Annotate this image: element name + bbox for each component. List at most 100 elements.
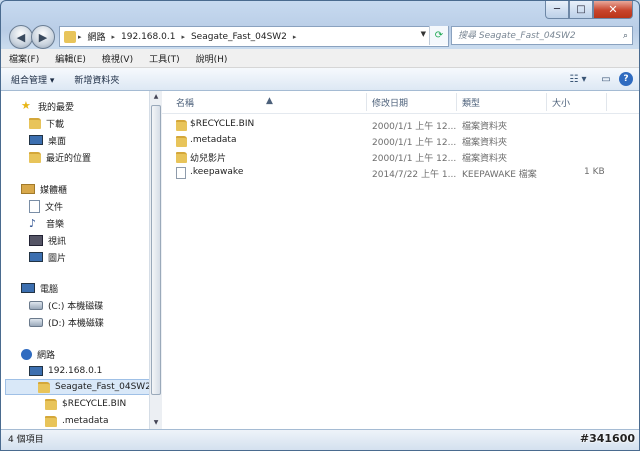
sidebar-item-drive-c[interactable]: (C:) 本機磁碟 bbox=[29, 297, 149, 313]
sidebar-item-label: 視訊 bbox=[48, 236, 67, 247]
sidebar-item-label: $RECYCLE.BIN bbox=[62, 399, 127, 409]
column-divider[interactable] bbox=[546, 93, 547, 111]
documents-icon bbox=[29, 199, 40, 213]
address-bar[interactable]: ▸ 網路 ▸ 192.168.0.1 ▸ Seagate_Fast_04SW2 … bbox=[59, 26, 449, 47]
file-size: 1 KB bbox=[584, 167, 605, 177]
navigation-pane: ★ 我的最愛 下載 桌面 最近的位置 媒體櫃 文件 ♪ 音樂 視訊 圖片 電腦 … bbox=[1, 91, 150, 429]
file-row[interactable]: .metadata 2000/1/1 上午 12... 檔案資料夾 bbox=[172, 133, 612, 148]
sidebar-item-downloads[interactable]: 下載 bbox=[29, 115, 149, 131]
scroll-down-icon[interactable]: ▼ bbox=[150, 417, 162, 429]
file-type: 檔案資料夾 bbox=[462, 138, 508, 148]
file-type: 檔案資料夾 bbox=[462, 154, 508, 164]
close-button[interactable]: ✕ bbox=[593, 1, 633, 19]
file-name: 幼兒影片 bbox=[190, 154, 227, 164]
breadcrumb-separator-icon: ▸ bbox=[292, 32, 297, 41]
column-header-row: ▲ 名稱 修改日期 類型 大小 bbox=[162, 91, 639, 114]
search-icon[interactable]: ⌕ bbox=[623, 27, 628, 46]
menu-help[interactable]: 說明(H) bbox=[188, 52, 236, 65]
forward-button[interactable]: ▶ bbox=[31, 25, 55, 49]
sidebar-item-host[interactable]: 192.168.0.1 bbox=[29, 363, 149, 379]
column-name[interactable]: 名稱 bbox=[176, 96, 194, 109]
sidebar-item-music[interactable]: ♪ 音樂 bbox=[29, 215, 149, 231]
computer-icon bbox=[21, 283, 35, 293]
sidebar-item-drive-d[interactable]: (D:) 本機磁碟 bbox=[29, 314, 149, 330]
scroll-up-icon[interactable]: ▲ bbox=[150, 91, 162, 103]
scroll-thumb[interactable] bbox=[151, 105, 161, 395]
maximize-button[interactable]: □ bbox=[569, 1, 593, 19]
command-bar: 組合管理 ▾ 新增資料夾 ☷ ▾ ▭ ? bbox=[1, 68, 639, 91]
breadcrumb-host[interactable]: 192.168.0.1 bbox=[117, 32, 179, 42]
downloads-folder-icon bbox=[29, 117, 41, 129]
star-icon: ★ bbox=[21, 99, 31, 112]
caption-buttons: ─ □ ✕ bbox=[545, 1, 633, 19]
sidebar-item-recent[interactable]: 最近的位置 bbox=[29, 149, 149, 165]
sidebar-favorites[interactable]: ★ 我的最愛 bbox=[21, 98, 149, 114]
sidebar-item-label: .metadata bbox=[62, 416, 109, 426]
column-divider[interactable] bbox=[456, 93, 457, 111]
sidebar-item-label: (D:) 本機磁碟 bbox=[48, 318, 104, 329]
menu-file[interactable]: 檔案(F) bbox=[1, 52, 47, 65]
sidebar-item-label: 圖片 bbox=[48, 253, 67, 264]
sidebar-item-label: 桌面 bbox=[48, 136, 67, 147]
item-count: 4 個項目 bbox=[8, 435, 44, 445]
back-button[interactable]: ◀ bbox=[9, 25, 33, 49]
breadcrumb-separator-icon: ▸ bbox=[181, 32, 185, 41]
preview-pane-icon[interactable]: ▭ bbox=[597, 71, 615, 87]
sidebar-item-share[interactable]: Seagate_Fast_04SW2 bbox=[5, 379, 150, 395]
sidebar-item-label: Seagate_Fast_04SW2 bbox=[55, 382, 150, 392]
folder-icon bbox=[176, 152, 187, 163]
file-date: 2000/1/1 上午 12... bbox=[372, 154, 457, 164]
breadcrumb-share[interactable]: Seagate_Fast_04SW2 bbox=[187, 32, 291, 42]
file-name: .keepawake bbox=[190, 167, 244, 177]
menu-edit[interactable]: 編輯(E) bbox=[47, 52, 94, 65]
menu-tools[interactable]: 工具(T) bbox=[141, 52, 188, 65]
column-type[interactable]: 類型 bbox=[462, 96, 480, 109]
column-size[interactable]: 大小 bbox=[552, 96, 570, 109]
folder-icon bbox=[45, 398, 57, 410]
new-folder-button[interactable]: 新增資料夾 bbox=[64, 73, 129, 86]
file-row[interactable]: 幼兒影片 2000/1/1 上午 12... 檔案資料夾 bbox=[172, 149, 612, 164]
drive-icon bbox=[29, 317, 43, 327]
breadcrumb-network[interactable]: 網路 bbox=[84, 30, 110, 43]
change-view-icon[interactable]: ☷ ▾ bbox=[563, 71, 593, 87]
sidebar-libraries[interactable]: 媒體櫃 bbox=[21, 181, 149, 197]
sidebar-item-metadata[interactable]: .metadata bbox=[45, 413, 149, 429]
file-date: 2014/7/22 上午 1... bbox=[372, 170, 457, 180]
navigation-scrollbar[interactable]: ▲ ▼ bbox=[149, 91, 162, 429]
breadcrumb-separator-icon: ▸ bbox=[111, 32, 116, 41]
sidebar-computer[interactable]: 電腦 bbox=[21, 280, 149, 296]
sidebar-item-desktop[interactable]: 桌面 bbox=[29, 132, 149, 148]
network-icon bbox=[21, 348, 32, 360]
share-folder-icon bbox=[38, 381, 50, 393]
sidebar-item-recycle-bin[interactable]: $RECYCLE.BIN bbox=[45, 396, 149, 412]
help-icon[interactable]: ? bbox=[619, 72, 633, 86]
menu-bar: 檔案(F) 編輯(E) 檢視(V) 工具(T) 說明(H) bbox=[1, 49, 639, 68]
file-row[interactable]: .keepawake 2014/7/22 上午 1... KEEPAWAKE 檔… bbox=[172, 165, 612, 180]
column-divider[interactable] bbox=[606, 93, 607, 111]
file-row[interactable]: $RECYCLE.BIN 2000/1/1 上午 12... 檔案資料夾 bbox=[172, 117, 612, 132]
search-placeholder: 搜尋 Seagate_Fast_04SW2 bbox=[458, 31, 576, 41]
file-date: 2000/1/1 上午 12... bbox=[372, 122, 457, 132]
search-input[interactable]: 搜尋 Seagate_Fast_04SW2 ⌕ bbox=[451, 26, 633, 45]
menu-view[interactable]: 檢視(V) bbox=[94, 52, 141, 65]
address-dropdown-icon[interactable]: ▼ bbox=[421, 30, 426, 38]
refresh-button[interactable]: ⟳ bbox=[429, 26, 448, 45]
minimize-button[interactable]: ─ bbox=[545, 1, 569, 19]
sidebar-item-pictures[interactable]: 圖片 bbox=[29, 249, 149, 265]
sidebar-item-label: 網路 bbox=[37, 350, 56, 361]
column-divider[interactable] bbox=[366, 93, 367, 111]
organize-button[interactable]: 組合管理 ▾ bbox=[1, 73, 64, 86]
column-date[interactable]: 修改日期 bbox=[372, 96, 408, 109]
drive-icon bbox=[29, 300, 43, 310]
libraries-icon bbox=[21, 184, 35, 194]
sidebar-item-label: 我的最愛 bbox=[38, 102, 75, 113]
sidebar-item-documents[interactable]: 文件 bbox=[29, 198, 149, 214]
folder-icon bbox=[45, 415, 57, 427]
pictures-icon bbox=[29, 252, 43, 262]
sidebar-item-videos[interactable]: 視訊 bbox=[29, 232, 149, 248]
sidebar-network[interactable]: 網路 bbox=[21, 346, 149, 362]
file-name: .metadata bbox=[190, 135, 237, 145]
folder-icon bbox=[176, 136, 187, 147]
sidebar-item-label: 音樂 bbox=[46, 219, 65, 230]
file-date: 2000/1/1 上午 12... bbox=[372, 138, 457, 148]
